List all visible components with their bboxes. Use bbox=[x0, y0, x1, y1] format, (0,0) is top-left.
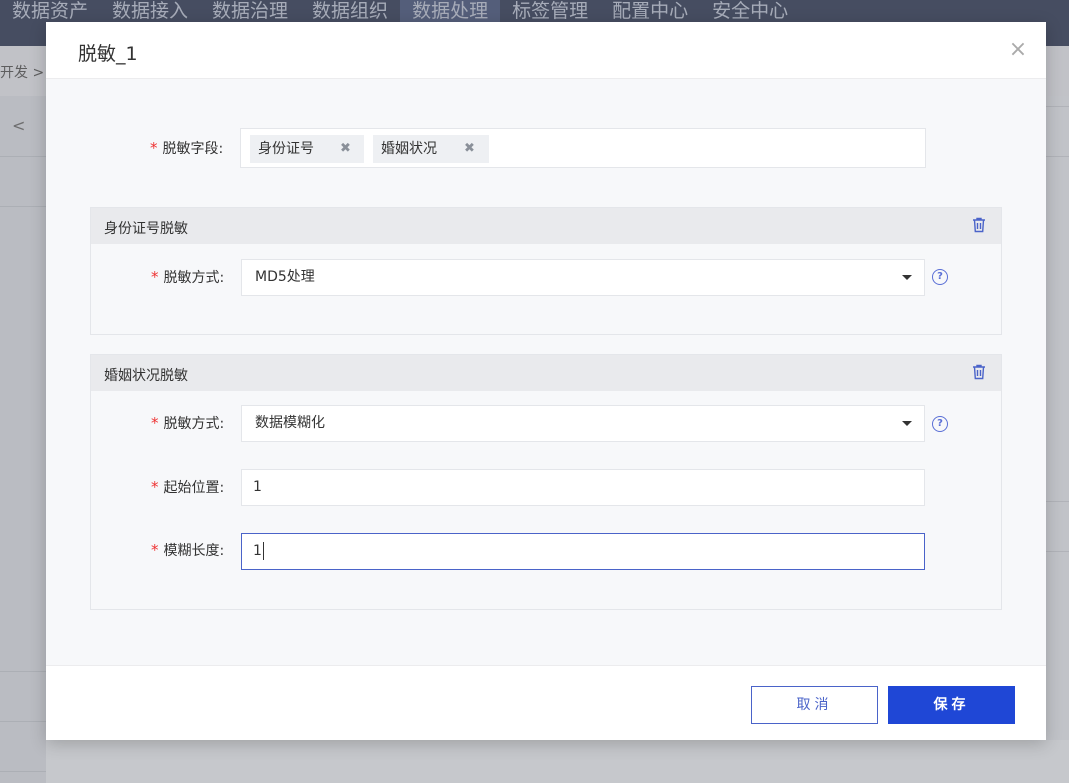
dialog-footer: 取消 保存 bbox=[46, 665, 1046, 740]
method-select-value: MD5处理 bbox=[255, 269, 315, 285]
required-mark: * bbox=[151, 268, 159, 286]
blur-length-label: * 模糊长度: bbox=[151, 541, 225, 559]
tag-marital-status: 婚姻状况 ✖ bbox=[373, 135, 489, 163]
tag-remove-icon[interactable]: ✖ bbox=[464, 135, 475, 163]
dialog-body: * 脱敏字段: 身份证号 ✖ 婚姻状况 ✖ 身份证号脱敏 * 脱敏方式: MD5… bbox=[46, 78, 1046, 665]
trash-icon[interactable] bbox=[972, 217, 986, 233]
start-position-label: * 起始位置: bbox=[151, 478, 225, 496]
panel-title: 婚姻状况脱敏 bbox=[104, 368, 188, 384]
start-position-input[interactable]: 1 bbox=[241, 469, 925, 506]
method-select-value: 数据模糊化 bbox=[255, 415, 325, 431]
panel-header: 婚姻状况脱敏 bbox=[91, 355, 1001, 391]
required-mark: * bbox=[151, 478, 159, 496]
chevron-down-icon bbox=[902, 275, 912, 280]
desensitize-dialog: 脱敏_1 × * 脱敏字段: 身份证号 ✖ 婚姻状况 ✖ 身份证号脱敏 * 脱敏… bbox=[46, 22, 1046, 740]
required-mark: * bbox=[151, 414, 159, 432]
fields-label: * 脱敏字段: bbox=[150, 139, 224, 157]
tag-id-number: 身份证号 ✖ bbox=[250, 135, 364, 163]
required-mark: * bbox=[151, 541, 159, 559]
help-icon[interactable]: ? bbox=[932, 269, 948, 285]
panel-title: 身份证号脱敏 bbox=[104, 221, 188, 237]
close-icon[interactable]: × bbox=[1008, 39, 1028, 61]
tag-label: 婚姻状况 bbox=[381, 141, 437, 157]
method-label: * 脱敏方式: bbox=[151, 268, 225, 286]
method-select[interactable]: MD5处理 bbox=[241, 259, 925, 296]
panel-marital-status: 婚姻状况脱敏 *脱敏方式: 数据模糊化 ? *起始位置: 1 *模糊长度: bbox=[90, 354, 1002, 610]
blur-length-value: 1 bbox=[253, 543, 262, 559]
panel-header: 身份证号脱敏 bbox=[91, 208, 1001, 244]
panel-id-number: 身份证号脱敏 * 脱敏方式: MD5处理 ? bbox=[90, 207, 1002, 335]
tag-label: 身份证号 bbox=[258, 141, 314, 157]
dialog-title: 脱敏_1 bbox=[78, 43, 138, 65]
text-cursor bbox=[262, 542, 264, 560]
method-select[interactable]: 数据模糊化 bbox=[241, 405, 925, 442]
help-icon[interactable]: ? bbox=[932, 416, 948, 432]
tag-remove-icon[interactable]: ✖ bbox=[340, 135, 351, 163]
chevron-down-icon bbox=[902, 421, 912, 426]
trash-icon[interactable] bbox=[972, 364, 986, 380]
required-mark: * bbox=[150, 139, 158, 157]
blur-length-input[interactable]: 1 bbox=[241, 533, 925, 570]
cancel-button[interactable]: 取消 bbox=[751, 686, 878, 724]
method-label: * 脱敏方式: bbox=[151, 414, 225, 432]
save-button[interactable]: 保存 bbox=[888, 686, 1015, 724]
start-position-value: 1 bbox=[253, 479, 262, 495]
fields-tag-select[interactable]: 身份证号 ✖ 婚姻状况 ✖ bbox=[240, 128, 926, 168]
dialog-header: 脱敏_1 × bbox=[46, 22, 1046, 78]
